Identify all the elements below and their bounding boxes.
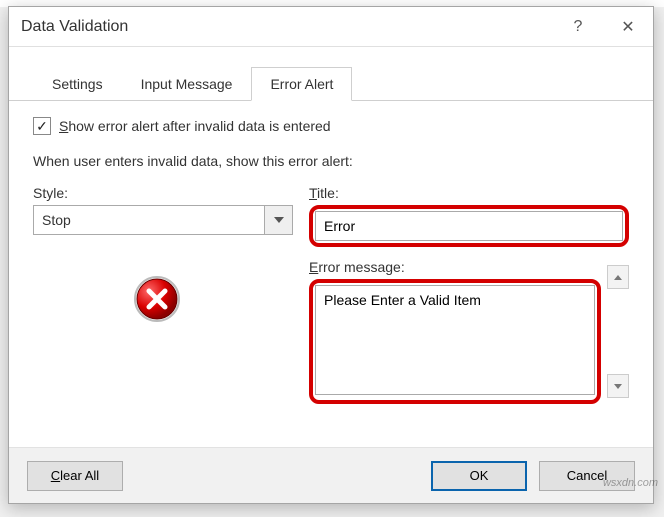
error-message-highlight [309,279,601,404]
stop-error-icon [133,275,181,323]
style-select-value: Stop [34,212,264,228]
error-message-area: Error message: [309,259,629,404]
show-alert-label: Show error alert after invalid data is e… [59,118,331,134]
right-column: Title: Error message: [309,185,629,404]
scroll-up-icon[interactable] [607,265,629,289]
error-message-label: Error message: [309,259,629,275]
ok-button[interactable]: OK [431,461,527,491]
dialog-body: Settings Input Message Error Alert ✓ Sho… [9,47,653,447]
watermark: wsxdn.com [603,477,658,489]
error-message-label-rest: rror message: [318,259,404,275]
title-label-key: T [309,185,317,201]
tab-content: ✓ Show error alert after invalid data is… [9,101,653,404]
titlebar: Data Validation ? ✕ [9,7,653,47]
error-message-label-key: E [309,259,318,275]
title-highlight [309,205,629,247]
show-alert-label-rest: how error alert after invalid data is en… [68,118,330,134]
show-alert-label-key: S [59,118,68,134]
title-label: Title: [309,185,629,201]
tabs: Settings Input Message Error Alert [9,63,653,101]
show-alert-checkbox[interactable]: ✓ [33,117,51,135]
left-column: Style: Stop [33,185,293,404]
dialog-title: Data Validation [21,18,553,36]
close-button[interactable]: ✕ [603,7,653,47]
style-select[interactable]: Stop [33,205,293,235]
instruction-text: When user enters invalid data, show this… [33,153,629,169]
chevron-down-icon[interactable] [264,206,292,234]
tab-input-message[interactable]: Input Message [122,67,252,101]
title-label-rest: itle: [317,185,339,201]
fields-grid: Style: Stop [33,185,629,404]
checkmark-icon: ✓ [36,119,48,133]
scroll-down-icon[interactable] [607,374,629,398]
textarea-scrollbar[interactable] [607,265,629,398]
dialog-footer: Clear All OK Cancel [9,447,653,503]
data-validation-dialog: Data Validation ? ✕ Settings Input Messa… [8,6,654,504]
show-alert-row: ✓ Show error alert after invalid data is… [33,117,629,135]
style-label: Style: [33,185,293,201]
clear-all-rest: lear All [60,468,99,483]
tab-settings[interactable]: Settings [33,67,122,101]
tab-error-alert[interactable]: Error Alert [251,67,352,101]
clear-all-button[interactable]: Clear All [27,461,123,491]
clear-all-key: C [51,468,60,483]
help-button[interactable]: ? [553,7,603,47]
error-message-textarea[interactable] [315,285,595,395]
title-input[interactable] [315,211,623,241]
